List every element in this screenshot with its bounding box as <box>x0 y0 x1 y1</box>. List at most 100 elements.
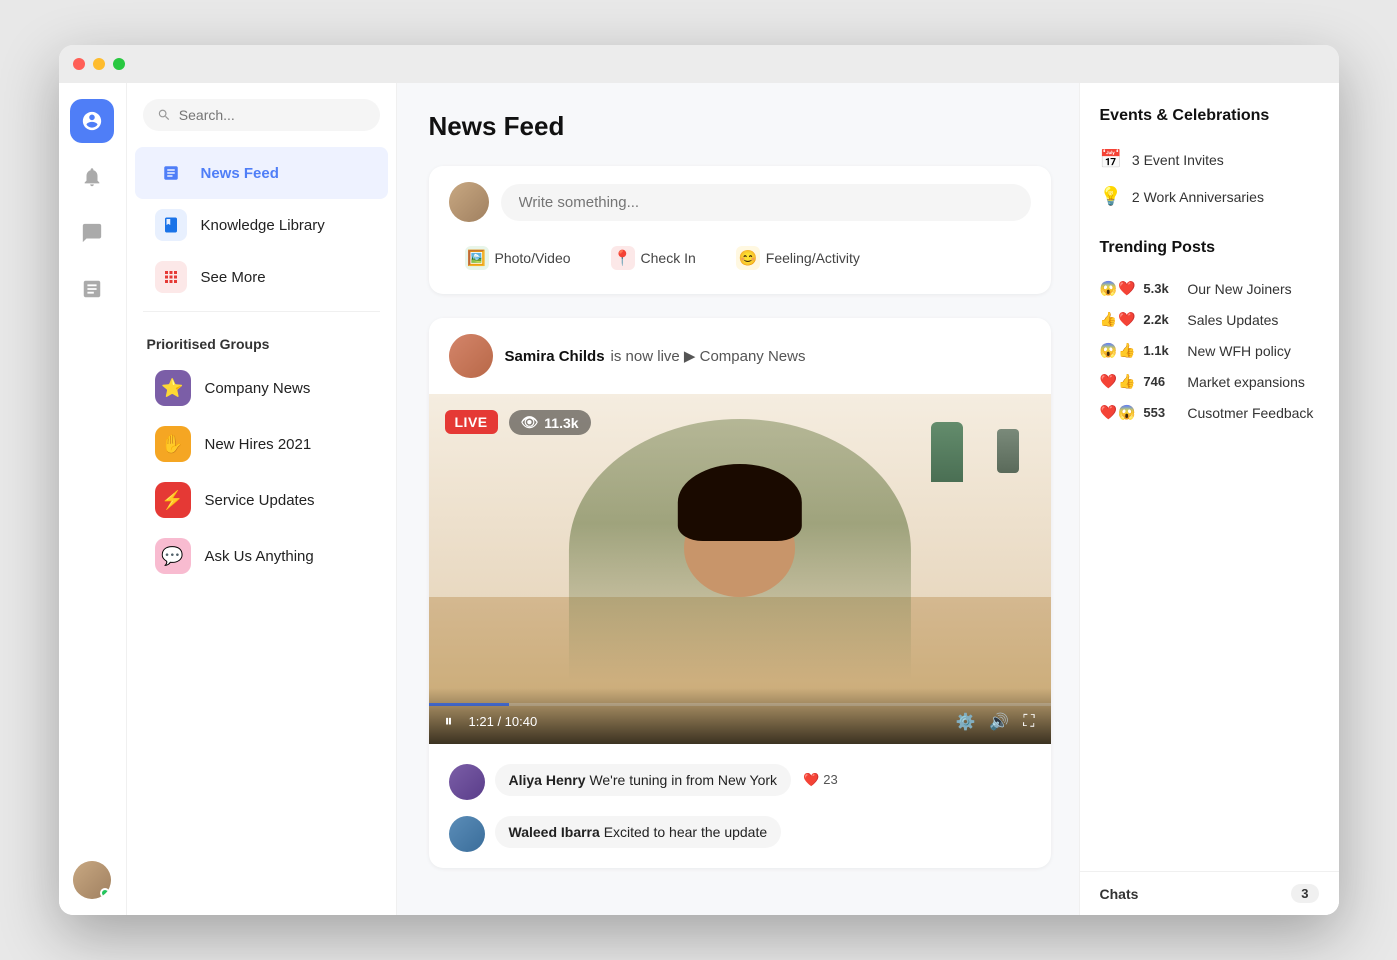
video-time: 1:21 / 10:40 <box>469 714 538 729</box>
main-content: News Feed 🖼️ Photo/Video 📍 Ch <box>397 83 1079 915</box>
video-container[interactable]: LIVE 👁 11.3k ⏸ 1:21 / 10:40 <box>429 394 1051 744</box>
trending-item-1[interactable]: 👍❤️ 2.2k Sales Updates <box>1100 304 1319 335</box>
video-controls: ⏸ 1:21 / 10:40 ⚙️ 🔊 ⛶ <box>429 688 1051 744</box>
nav-item-news-feed[interactable]: News Feed <box>135 147 388 199</box>
search-icon <box>157 107 171 123</box>
photo-video-label: Photo/Video <box>495 250 571 266</box>
trending-label-3: Market expansions <box>1187 374 1305 390</box>
notebook-icon-button[interactable] <box>70 267 114 311</box>
nav-label-see-more: See More <box>201 269 266 286</box>
trending-item-3[interactable]: ❤️👍 746 Market expansions <box>1100 366 1319 397</box>
service-updates-icon: ⚡ <box>155 482 191 518</box>
comment-bubble-aliya: Aliya Henry We're tuning in from New Yor… <box>495 764 792 796</box>
chats-bar[interactable]: Chats 3 <box>1080 871 1339 915</box>
viewers-number: 11.3k <box>544 415 578 431</box>
trending-item-4[interactable]: ❤️😱 553 Cusotmer Feedback <box>1100 397 1319 428</box>
reaction-emoji-aliya: ❤️ <box>803 772 819 788</box>
compose-actions: 🖼️ Photo/Video 📍 Check In 😊 Feeling/Acti… <box>449 238 1031 278</box>
eye-icon: 👁 <box>521 414 539 431</box>
ask-us-icon: 💬 <box>155 538 191 574</box>
trending-label-0: Our New Joiners <box>1187 281 1291 297</box>
right-sidebar: Events & Celebrations 📅 3 Event Invites … <box>1079 83 1339 915</box>
nav-item-see-more[interactable]: See More <box>135 251 388 303</box>
comment-item-waleed: Waleed Ibarra Excited to hear the update <box>449 808 1031 860</box>
compose-avatar <box>449 182 489 222</box>
feeling-button[interactable]: 😊 Feeling/Activity <box>720 238 876 278</box>
chat-icon-button[interactable] <box>70 211 114 255</box>
chats-count-badge: 3 <box>1291 884 1318 903</box>
reaction-count-aliya: 23 <box>823 772 837 787</box>
home-icon-button[interactable] <box>70 99 114 143</box>
feeling-label: Feeling/Activity <box>766 250 860 266</box>
post-meta: Samira Childs is now live ▶ Company News <box>505 347 806 365</box>
post-author-live: Samira Childs is now live ▶ Company News <box>505 347 806 365</box>
work-anniversaries-item[interactable]: 💡 2 Work Anniversaries <box>1100 178 1319 215</box>
group-label-service-updates: Service Updates <box>205 492 315 509</box>
maximize-dot[interactable] <box>113 58 125 70</box>
comments-section: Aliya Henry We're tuning in from New Yor… <box>429 744 1051 868</box>
post-header: Samira Childs is now live ▶ Company News <box>429 318 1051 394</box>
group-item-company-news[interactable]: ⭐ Company News <box>135 360 388 416</box>
time-total: 10:40 <box>505 714 538 729</box>
trending-count-4: 553 <box>1143 405 1179 420</box>
fullscreen-button[interactable]: ⛶ <box>1023 713 1034 731</box>
company-news-icon: ⭐ <box>155 370 191 406</box>
user-avatar[interactable] <box>73 861 111 899</box>
check-in-icon: 📍 <box>611 246 635 270</box>
comment-item: Aliya Henry We're tuning in from New Yor… <box>449 756 1031 808</box>
trending-label-2: New WFH policy <box>1187 343 1290 359</box>
check-in-button[interactable]: 📍 Check In <box>595 238 712 278</box>
see-more-icon <box>162 268 180 286</box>
news-feed-icon <box>162 164 180 182</box>
event-invites-item[interactable]: 📅 3 Event Invites <box>1100 141 1319 178</box>
pause-button[interactable]: ⏸ <box>445 713 453 731</box>
trending-count-2: 1.1k <box>1143 343 1179 358</box>
post-live-text: is now live ▶ Company News <box>611 347 806 365</box>
app-window: News Feed Knowledge Library See Mo <box>59 45 1339 915</box>
volume-button[interactable]: 🔊 <box>989 712 1009 732</box>
trending-label-1: Sales Updates <box>1187 312 1278 328</box>
live-post-card: Samira Childs is now live ▶ Company News <box>429 318 1051 868</box>
chats-label: Chats <box>1100 886 1139 902</box>
nav-label-news-feed: News Feed <box>201 165 279 182</box>
trending-posts-title: Trending Posts <box>1100 239 1319 257</box>
online-indicator <box>100 888 110 898</box>
settings-button[interactable]: ⚙️ <box>955 712 975 732</box>
group-item-new-hires[interactable]: ✋ New Hires 2021 <box>135 416 388 472</box>
viewers-count: 👁 11.3k <box>509 410 591 435</box>
close-dot[interactable] <box>73 58 85 70</box>
knowledge-icon <box>162 216 180 234</box>
trending-reactions-4: ❤️😱 <box>1100 404 1136 421</box>
comment-avatar-waleed <box>449 816 485 852</box>
trending-reactions-2: 😱👍 <box>1100 342 1136 359</box>
group-item-service-updates[interactable]: ⚡ Service Updates <box>135 472 388 528</box>
compose-input[interactable] <box>501 184 1031 221</box>
photo-video-icon: 🖼️ <box>465 246 489 270</box>
comment-avatar-aliya <box>449 764 485 800</box>
group-item-ask-us[interactable]: 💬 Ask Us Anything <box>135 528 388 584</box>
trending-item-0[interactable]: 😱❤️ 5.3k Our New Joiners <box>1100 273 1319 304</box>
minimize-dot[interactable] <box>93 58 105 70</box>
search-bar[interactable] <box>143 99 380 131</box>
trending-label-4: Cusotmer Feedback <box>1187 405 1313 421</box>
comment-body-aliya: We're tuning in from New York <box>589 772 777 788</box>
trending-reactions-0: 😱❤️ <box>1100 280 1136 297</box>
trending-count-1: 2.2k <box>1143 312 1179 327</box>
comment-bubble-waleed: Waleed Ibarra Excited to hear the update <box>495 816 782 848</box>
photo-video-button[interactable]: 🖼️ Photo/Video <box>449 238 587 278</box>
nav-item-knowledge-library[interactable]: Knowledge Library <box>135 199 388 251</box>
anniversary-icon: 💡 <box>1100 186 1122 207</box>
work-anniversaries-label: 2 Work Anniversaries <box>1132 189 1264 205</box>
trending-count-0: 5.3k <box>1143 281 1179 296</box>
notifications-icon-button[interactable] <box>70 155 114 199</box>
trending-item-2[interactable]: 😱👍 1.1k New WFH policy <box>1100 335 1319 366</box>
trending-reactions-3: ❤️👍 <box>1100 373 1136 390</box>
trending-count-3: 746 <box>1143 374 1179 389</box>
app-body: News Feed Knowledge Library See Mo <box>59 83 1339 915</box>
search-input[interactable] <box>179 107 366 123</box>
icon-sidebar <box>59 83 127 915</box>
trending-reactions-1: 👍❤️ <box>1100 311 1136 328</box>
post-author-name: Samira Childs <box>505 348 605 365</box>
comment-body-waleed: Excited to hear the update <box>604 824 767 840</box>
post-avatar <box>449 334 493 378</box>
